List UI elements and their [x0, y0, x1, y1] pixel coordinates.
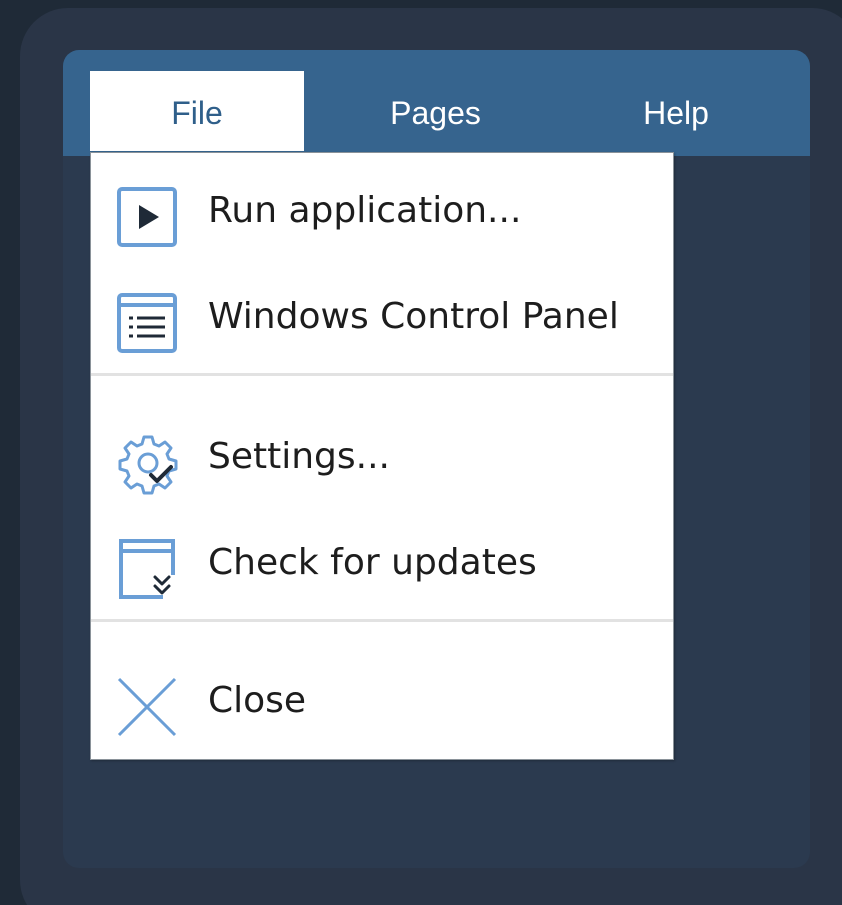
play-icon — [115, 185, 179, 249]
menu-item-close[interactable]: Close — [91, 653, 673, 749]
menu-pages[interactable]: Pages — [343, 71, 528, 151]
menu-item-windows-control-panel[interactable]: Windows Control Panel — [91, 269, 673, 365]
gear-check-icon — [115, 431, 179, 495]
menu-item-label: Windows Control Panel — [208, 296, 619, 337]
menu-file[interactable]: File — [90, 71, 304, 151]
menu-item-label: Settings... — [208, 436, 390, 477]
menubar: File Pages Help — [63, 50, 810, 156]
menu-help[interactable]: Help — [591, 71, 761, 151]
file-dropdown-menu: Run application... Windows Control Panel — [90, 152, 674, 760]
menu-separator — [91, 619, 673, 622]
menu-item-label: Check for updates — [208, 542, 537, 583]
update-window-icon — [115, 537, 179, 601]
menu-item-settings[interactable]: Settings... — [91, 409, 673, 505]
close-icon — [115, 675, 179, 739]
menu-item-check-for-updates[interactable]: Check for updates — [91, 515, 673, 611]
menu-item-label: Run application... — [208, 190, 522, 231]
list-window-icon — [115, 291, 179, 355]
menu-item-run-application[interactable]: Run application... — [91, 163, 673, 259]
menu-item-label: Close — [208, 680, 307, 721]
menu-separator — [91, 373, 673, 376]
